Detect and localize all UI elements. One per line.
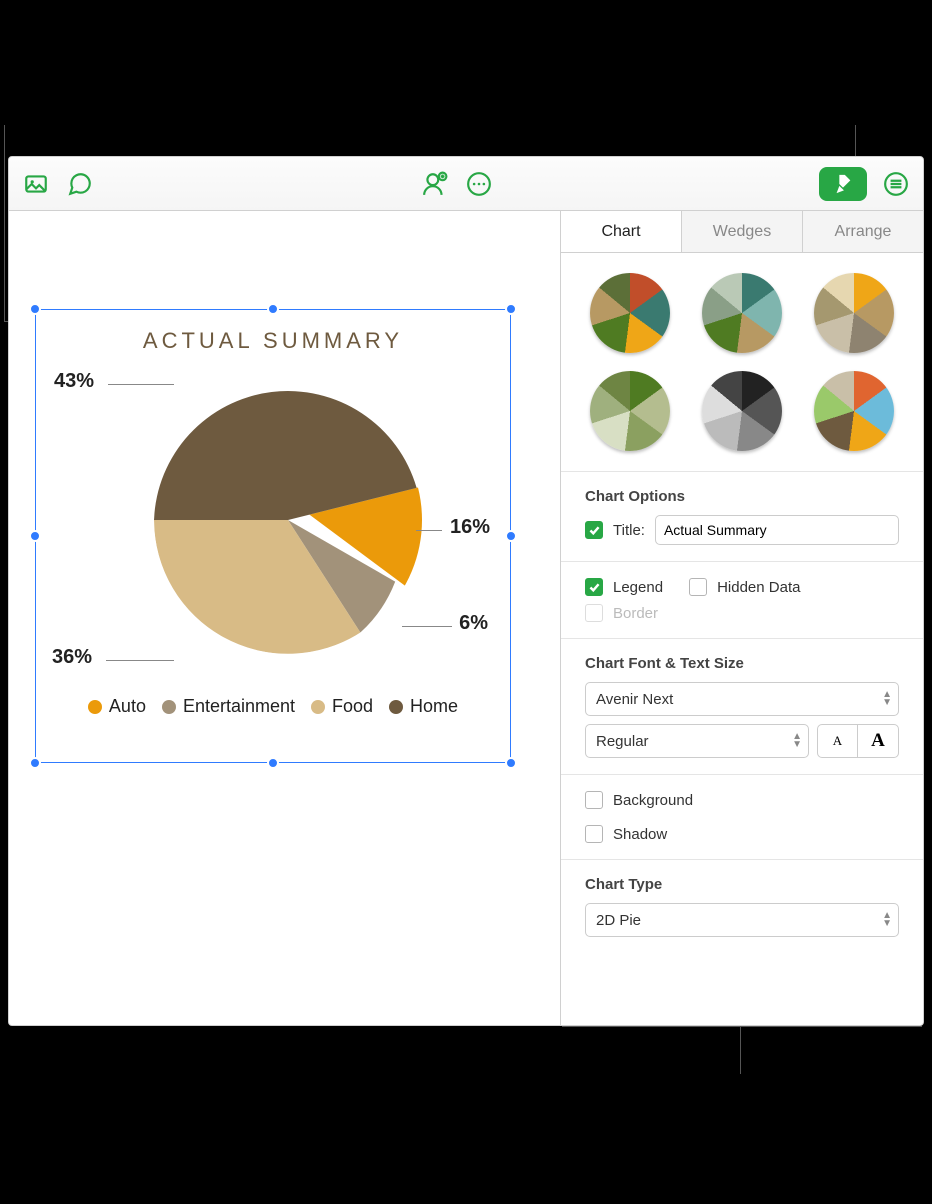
legend-item: Food xyxy=(311,696,373,717)
checkbox-title[interactable] xyxy=(585,521,603,539)
select-chart-type[interactable]: 2D Pie ▲▼ xyxy=(585,903,899,937)
resize-handle[interactable] xyxy=(505,303,517,315)
organize-button[interactable] xyxy=(881,169,911,199)
resize-handle[interactable] xyxy=(29,303,41,315)
callout-line xyxy=(562,1026,922,1027)
select-value: Regular xyxy=(596,733,649,750)
chart-legend[interactable]: Auto Entertainment Food Home xyxy=(36,696,510,717)
font-size-stepper: A A xyxy=(817,724,899,758)
canvas[interactable]: ACTUAL SUMMARY xyxy=(9,211,561,1025)
legend-label: Home xyxy=(410,696,458,717)
tab-chart[interactable]: Chart xyxy=(561,211,681,252)
comment-button[interactable] xyxy=(65,169,95,199)
legend-item: Auto xyxy=(88,696,146,717)
legend-label: Entertainment xyxy=(183,696,295,717)
slice-label-home: 43% xyxy=(54,370,94,393)
chart-style-thumb[interactable] xyxy=(814,273,894,353)
chart-type-heading: Chart Type xyxy=(585,876,899,893)
select-value: Avenir Next xyxy=(596,691,673,708)
checkbox-legend[interactable] xyxy=(585,578,603,596)
label-border: Border xyxy=(613,605,658,622)
format-inspector: Chart Wedges Arrange Chart Options Title… xyxy=(561,211,923,1025)
pie-chart[interactable]: 43% 16% 6% 36% xyxy=(36,364,510,684)
inspector-panel-chart: Chart Options Title: Legend xyxy=(561,253,923,1025)
toolbar xyxy=(9,157,923,211)
chart-selection-frame[interactable]: ACTUAL SUMMARY xyxy=(35,309,511,763)
content-area: ACTUAL SUMMARY xyxy=(9,211,923,1025)
legend-label: Food xyxy=(332,696,373,717)
format-inspector-button[interactable] xyxy=(819,167,867,201)
legend-label: Auto xyxy=(109,696,146,717)
legend-swatch xyxy=(389,700,403,714)
checkbox-hidden-data[interactable] xyxy=(689,578,707,596)
resize-handle[interactable] xyxy=(29,757,41,769)
chevrons-icon: ▲▼ xyxy=(882,691,892,707)
legend-swatch xyxy=(162,700,176,714)
section-chart-type: Chart Type 2D Pie ▲▼ xyxy=(561,860,923,953)
section-font: Chart Font & Text Size Avenir Next ▲▼ Re… xyxy=(561,639,923,775)
leader-line xyxy=(106,660,174,661)
tab-arrange[interactable]: Arrange xyxy=(802,211,923,252)
chart-style-grid xyxy=(561,253,923,472)
chart-style-thumb[interactable] xyxy=(590,371,670,451)
label-shadow: Shadow xyxy=(613,826,667,843)
font-heading: Chart Font & Text Size xyxy=(585,655,899,672)
input-chart-title[interactable] xyxy=(655,515,899,545)
resize-handle[interactable] xyxy=(267,303,279,315)
slice-label-auto: 16% xyxy=(450,516,490,539)
chart-style-thumb[interactable] xyxy=(702,273,782,353)
resize-handle[interactable] xyxy=(267,757,279,769)
select-font-family[interactable]: Avenir Next ▲▼ xyxy=(585,682,899,716)
more-button[interactable] xyxy=(464,169,494,199)
leader-line xyxy=(416,530,442,531)
font-size-increase[interactable]: A xyxy=(858,725,898,757)
leader-line xyxy=(402,626,452,627)
slice-label-entertainment: 6% xyxy=(459,612,488,635)
select-font-style[interactable]: Regular ▲▼ xyxy=(585,724,809,758)
checkbox-border xyxy=(585,604,603,622)
font-size-decrease[interactable]: A xyxy=(818,725,858,757)
collaborate-button[interactable] xyxy=(420,169,450,199)
chart-style-thumb[interactable] xyxy=(814,371,894,451)
legend-item: Entertainment xyxy=(162,696,295,717)
select-value: 2D Pie xyxy=(596,912,641,929)
chevrons-icon: ▲▼ xyxy=(792,733,802,749)
legend-swatch xyxy=(88,700,102,714)
media-button[interactable] xyxy=(21,169,51,199)
leader-line xyxy=(108,384,174,385)
checkbox-background[interactable] xyxy=(585,791,603,809)
tab-wedges[interactable]: Wedges xyxy=(681,211,802,252)
label-hidden-data: Hidden Data xyxy=(717,579,800,596)
pie-graphic xyxy=(154,386,422,654)
app-window: ACTUAL SUMMARY xyxy=(8,156,924,1026)
section-legend-options: Legend Hidden Data Border xyxy=(561,562,923,639)
callout-line xyxy=(4,125,5,321)
slice-label-food: 36% xyxy=(52,646,92,669)
label-background: Background xyxy=(613,792,693,809)
inspector-tabs: Chart Wedges Arrange xyxy=(561,211,923,253)
checkbox-shadow[interactable] xyxy=(585,825,603,843)
resize-handle[interactable] xyxy=(505,757,517,769)
callout-line xyxy=(740,1026,741,1074)
label-title: Title: xyxy=(613,522,645,539)
label-legend: Legend xyxy=(613,579,663,596)
chart-options-heading: Chart Options xyxy=(585,488,899,505)
chart-style-thumb[interactable] xyxy=(702,371,782,451)
legend-swatch xyxy=(311,700,325,714)
legend-item: Home xyxy=(389,696,458,717)
chart-title[interactable]: ACTUAL SUMMARY xyxy=(36,328,510,354)
section-chart-options: Chart Options Title: xyxy=(561,472,923,562)
section-background: Background Shadow xyxy=(561,775,923,860)
chevrons-icon: ▲▼ xyxy=(882,912,892,928)
chart-style-thumb[interactable] xyxy=(590,273,670,353)
